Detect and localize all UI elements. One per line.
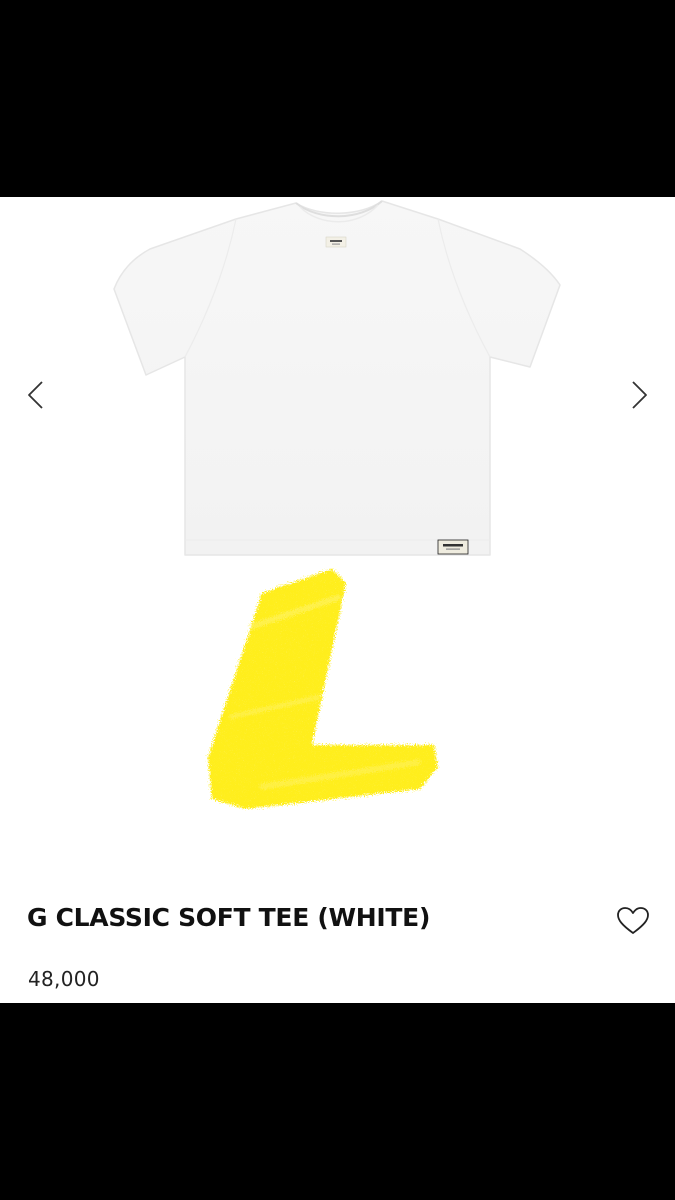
top-black-bar — [0, 0, 675, 197]
tshirt — [113, 200, 561, 556]
product-photo — [113, 200, 561, 809]
product-page: G CLASSIC SOFT TEE (WHITE) 48,000 — [0, 197, 675, 1003]
size-mark — [208, 569, 438, 809]
bottom-black-bar — [0, 1003, 675, 1200]
gallery-prev-button[interactable] — [16, 373, 56, 417]
product-title: G CLASSIC SOFT TEE (WHITE) — [27, 903, 431, 932]
wishlist-button[interactable] — [614, 904, 652, 938]
product-price: 48,000 — [28, 967, 100, 991]
product-image[interactable] — [0, 197, 675, 857]
gallery-next-button[interactable] — [619, 373, 659, 417]
chevron-right-icon — [632, 381, 647, 409]
chevron-left-icon — [28, 381, 43, 409]
heart-outline-icon — [617, 907, 649, 934]
